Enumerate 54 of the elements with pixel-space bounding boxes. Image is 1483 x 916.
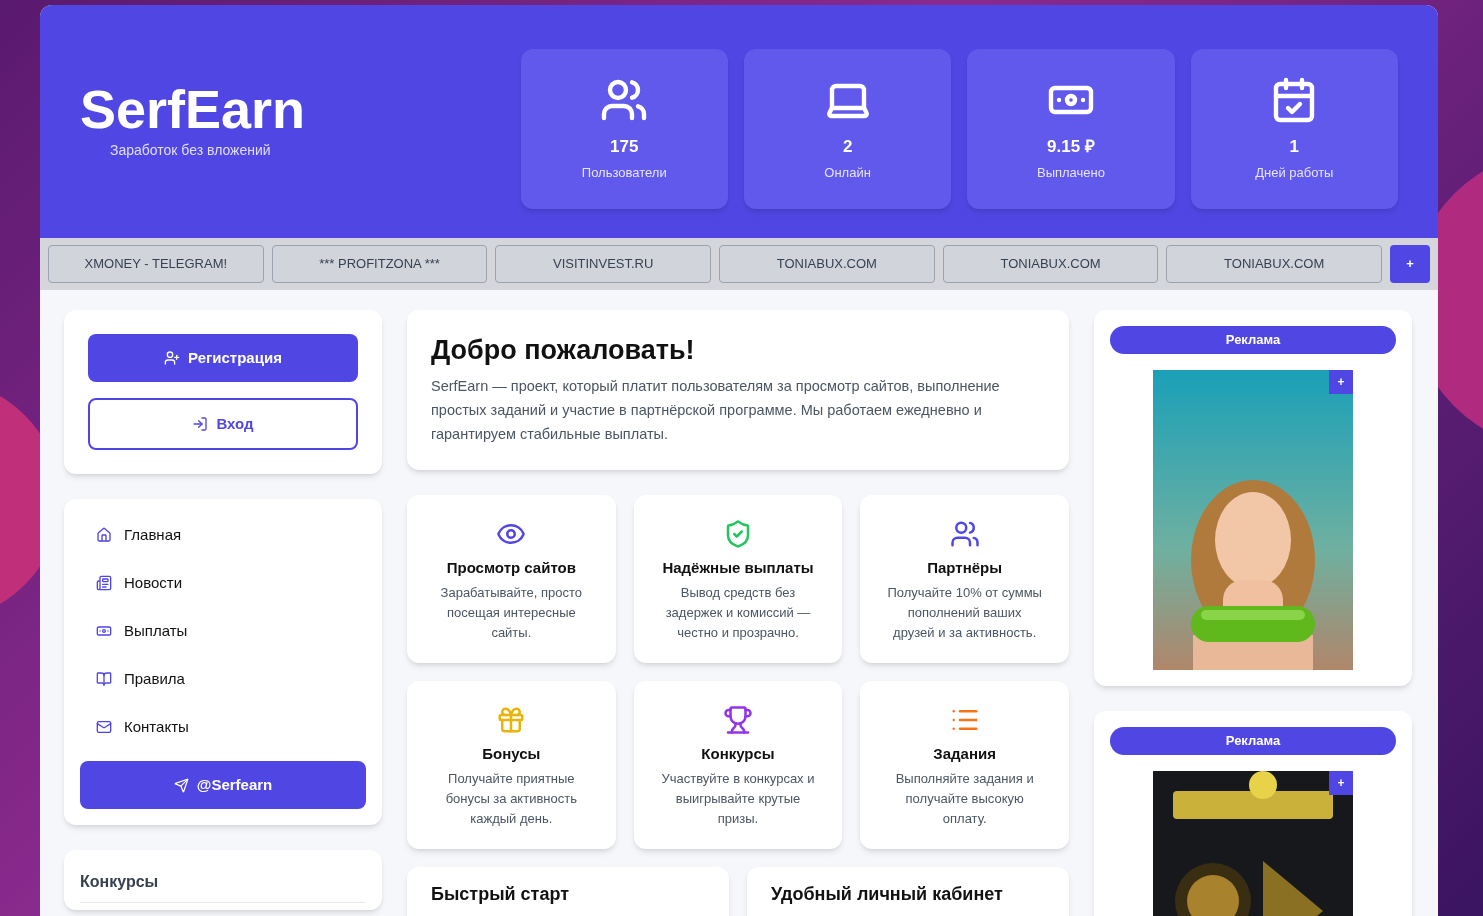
add-link-button[interactable]: + xyxy=(1390,245,1431,283)
feature-title: Просмотр сайтов xyxy=(446,557,576,578)
stat-value: 2 xyxy=(842,135,853,158)
logo-text: SerfEarn xyxy=(80,82,306,136)
link-button[interactable]: *** PROFITZONA *** xyxy=(271,245,488,283)
feature-text: Получайте приятные бонусы за активность каждый день. xyxy=(444,770,578,829)
card-heading: Быстрый старт xyxy=(431,883,569,904)
feature-text: Получайте 10% от суммы пополнений ваших друзей и за активность. xyxy=(886,584,1043,643)
telegram-button[interactable]: @Serfearn xyxy=(80,761,366,809)
stat-value: 175 xyxy=(610,135,639,158)
menu-item[interactable]: Выплаты xyxy=(80,607,366,655)
feature-title: Конкурсы xyxy=(701,743,775,764)
link-button[interactable]: TONIABUX.COM xyxy=(1166,245,1383,283)
login-button[interactable]: Вход xyxy=(88,398,358,450)
feature-text: Выполняйте задания и получайте высокую оплату. xyxy=(894,770,1035,829)
feature-title: Задания xyxy=(933,743,996,764)
telegram-icon xyxy=(173,777,189,793)
ad-label: Реклама xyxy=(1110,326,1396,354)
stat-label: Пользователи xyxy=(581,164,667,182)
card-heading: Конкурсы xyxy=(80,870,366,903)
tagline: Заработок без вложений xyxy=(110,141,271,160)
menu-item[interactable]: Новости xyxy=(80,559,366,607)
login-icon xyxy=(192,416,209,432)
feature-text: Участвуйте в конкурсах и выигрывайте крутые призы. xyxy=(660,770,816,829)
feature-title: Партнёры xyxy=(927,557,1003,578)
register-button[interactable]: Регистрация xyxy=(88,334,358,382)
link-button[interactable]: VISITINVEST.RU xyxy=(495,245,711,283)
stat-label: Дней работы xyxy=(1255,164,1334,182)
link-button[interactable]: TONIABUX.COM xyxy=(942,245,1159,283)
envelope-icon xyxy=(96,719,112,735)
home-icon xyxy=(96,527,112,543)
menu-item[interactable]: Контакты xyxy=(80,703,366,751)
feature-text: Зарабатывайте, просто посещая интересные сайты. xyxy=(439,584,584,643)
book-icon xyxy=(96,671,112,687)
feature-title: Надёжные выплаты xyxy=(662,557,814,578)
ad-add-button[interactable]: + xyxy=(1329,771,1353,795)
menu-item[interactable]: Правила xyxy=(80,655,366,703)
link-button[interactable]: TONIABUX.COM xyxy=(719,245,935,283)
ad-add-button[interactable]: + xyxy=(1329,370,1353,394)
stat-value: 9.15 ₽ xyxy=(1047,135,1095,158)
ad-label: Реклама xyxy=(1110,727,1396,755)
newspaper-icon xyxy=(96,575,112,591)
stat-value: 1 xyxy=(1289,135,1300,158)
stat-label: Онлайн xyxy=(824,164,871,182)
link-button[interactable]: XMONEY - TELEGRAM! xyxy=(48,245,264,283)
stat-label: Выплачено xyxy=(1036,164,1105,182)
card-heading: Удобный личный кабинет xyxy=(771,883,1003,904)
feature-title: Бонусы xyxy=(482,743,541,764)
user-plus-icon xyxy=(164,350,181,366)
feature-text: Вывод средств без задержек и комиссий — честно и прозрачно. xyxy=(664,584,812,643)
banknote-icon xyxy=(96,623,112,639)
menu-item[interactable]: Главная xyxy=(80,511,366,559)
welcome-title: Добро пожаловать! xyxy=(431,334,696,367)
welcome-text: SerfEarn — проект, который платит пользователям за просмотр сайтов, выполнение простых заданий и участие в партнёрской программе. Мы работаем ежедневно и гарантируем стабильные выплаты. xyxy=(431,376,1001,444)
